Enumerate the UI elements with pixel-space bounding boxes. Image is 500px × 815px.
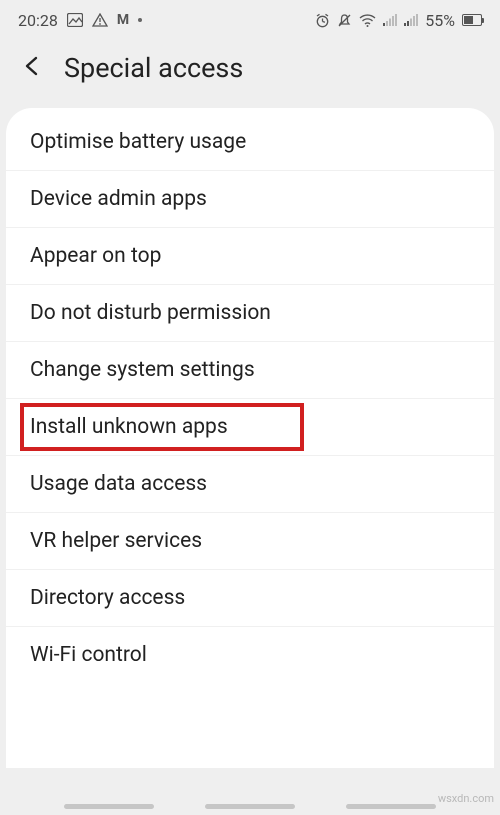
item-install-unknown-apps[interactable]: Install unknown apps	[6, 399, 494, 456]
mute-icon	[337, 13, 352, 28]
item-wifi-control[interactable]: Wi-Fi control	[6, 627, 494, 683]
nav-home-button[interactable]	[205, 804, 295, 809]
item-device-admin-apps[interactable]: Device admin apps	[6, 171, 494, 228]
item-label: Do not disturb permission	[30, 301, 271, 325]
nav-back-button[interactable]	[346, 804, 436, 809]
more-dot-icon	[138, 18, 142, 22]
watermark: wsxdn.com	[438, 792, 494, 805]
alarm-icon	[315, 13, 330, 28]
item-optimise-battery-usage[interactable]: Optimise battery usage	[6, 114, 494, 171]
image-icon	[67, 13, 83, 27]
item-label: Usage data access	[30, 472, 207, 496]
wifi-icon	[359, 14, 376, 27]
item-label: Device admin apps	[30, 187, 207, 211]
item-label: Install unknown apps	[30, 415, 228, 439]
signal-icon	[383, 14, 397, 26]
mail-icon: M	[117, 12, 129, 28]
page-title: Special access	[64, 52, 243, 84]
status-time: 20:28	[18, 11, 58, 30]
item-appear-on-top[interactable]: Appear on top	[6, 228, 494, 285]
item-change-system-settings[interactable]: Change system settings	[6, 342, 494, 399]
page-header: Special access	[0, 36, 500, 108]
settings-card: Optimise battery usage Device admin apps…	[6, 108, 494, 768]
item-vr-helper-services[interactable]: VR helper services	[6, 513, 494, 570]
item-label: Directory access	[30, 586, 185, 610]
warning-icon	[92, 13, 108, 27]
item-label: VR helper services	[30, 529, 202, 553]
item-label: Wi-Fi control	[30, 643, 147, 667]
item-directory-access[interactable]: Directory access	[6, 570, 494, 627]
item-label: Change system settings	[30, 358, 255, 382]
battery-icon	[462, 14, 482, 26]
item-label: Appear on top	[30, 244, 161, 268]
signal2-icon	[404, 14, 418, 26]
nav-recents-button[interactable]	[64, 804, 154, 809]
item-label: Optimise battery usage	[30, 130, 246, 154]
item-usage-data-access[interactable]: Usage data access	[6, 456, 494, 513]
item-do-not-disturb-permission[interactable]: Do not disturb permission	[6, 285, 494, 342]
status-bar: 20:28 M 55	[0, 0, 500, 36]
navigation-bar	[0, 804, 500, 809]
back-button[interactable]	[22, 55, 42, 81]
battery-pct: 55%	[425, 11, 455, 30]
